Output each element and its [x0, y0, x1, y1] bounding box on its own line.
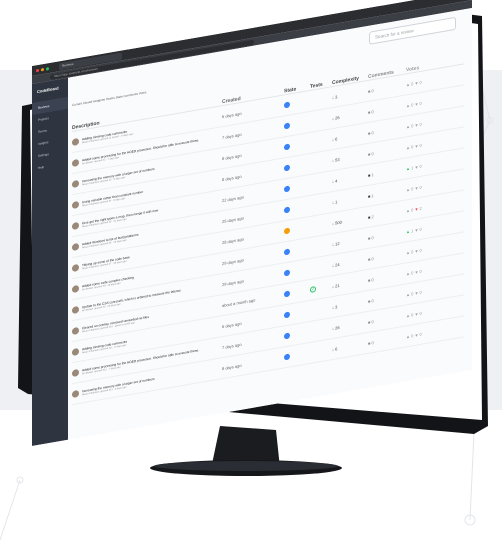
monitor-stand [150, 426, 342, 476]
monitor: Reviews https://app.example.com/reviews … [8, 0, 496, 476]
